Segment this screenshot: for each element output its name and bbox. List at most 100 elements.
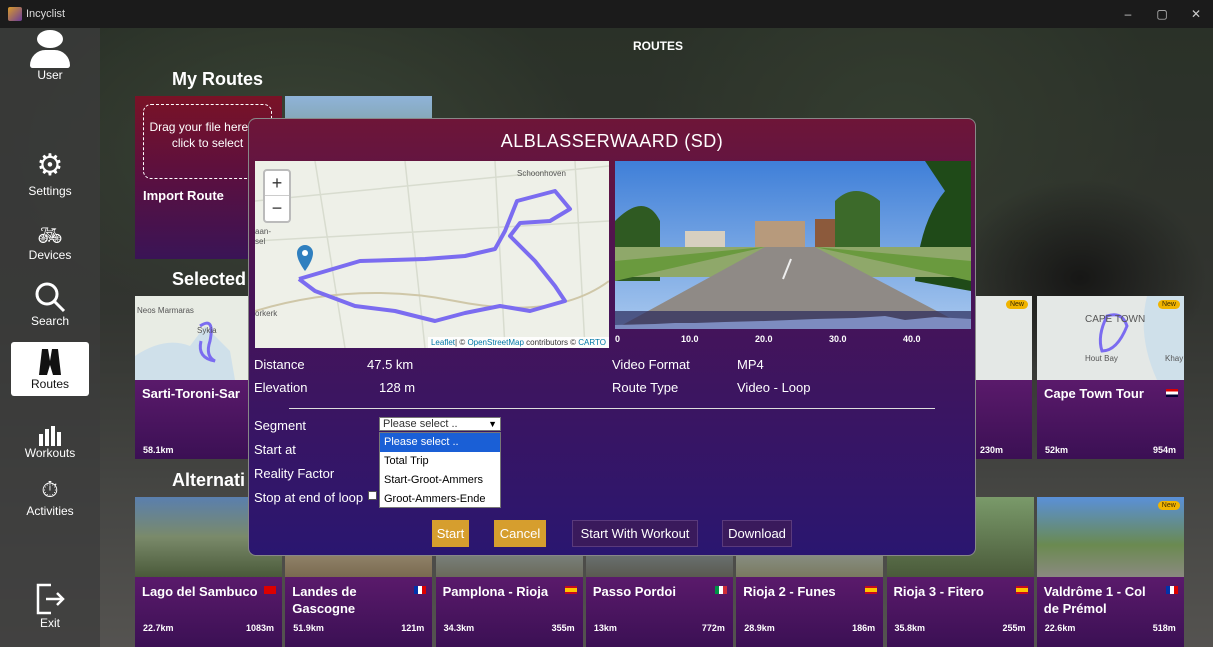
sidebar-item-workouts[interactable]: Workouts — [0, 426, 100, 460]
route-distance: 22.6km — [1044, 623, 1076, 633]
download-button[interactable]: Download — [722, 520, 792, 547]
route-map[interactable]: + − Schoonhoven orkerk aan- sel Leaflet|… — [255, 161, 609, 348]
route-title: Passo Pordoi — [592, 584, 676, 599]
bicycle-icon: 🚲︎ — [37, 225, 63, 247]
route-info: Passo Pordoi 13km 772m — [585, 577, 733, 647]
route-distance: 34.3km — [443, 623, 475, 633]
sidebar-item-settings[interactable]: ⚙ Settings — [0, 148, 100, 198]
flag-icon — [1166, 389, 1178, 397]
map-label: Hout Bay — [1085, 354, 1118, 363]
route-title: Lago del Sambuco — [142, 584, 258, 599]
sidebar-item-search[interactable]: Search — [0, 280, 100, 328]
route-title: Sarti-Toroni-Sar — [142, 386, 240, 401]
route-distance: 58.1km — [143, 445, 174, 455]
map-label: Neos Marmaras — [137, 306, 194, 315]
segment-selected-value: Please select .. — [383, 418, 458, 430]
new-badge: New — [1157, 300, 1180, 309]
leaflet-link[interactable]: Leaflet — [431, 338, 455, 347]
map-label: aan- — [255, 227, 272, 236]
route-distance: 35.8km — [894, 623, 926, 633]
section-alternatives: Alternati — [172, 470, 246, 490]
elevation-value: 128 m — [379, 380, 416, 395]
segment-dropdown-list: Please select .. Total Trip Start-Groot-… — [379, 432, 501, 508]
video-format-value: MP4 — [737, 357, 764, 372]
workouts-icon — [39, 426, 61, 446]
import-route-label: Import Route — [143, 188, 224, 203]
route-video-preview[interactable] — [615, 161, 971, 329]
segment-option[interactable]: Groot-Ammers-Ende — [380, 490, 500, 509]
flag-icon — [1165, 586, 1178, 594]
segment-option[interactable]: Start-Groot-Ammers — [380, 471, 500, 490]
route-info: Lago del Sambuco 22.7km 1083m — [135, 577, 282, 647]
route-info: Cape Town Tour 52km 954m — [1037, 380, 1184, 459]
stop-at-end-label: Stop at end of loop — [254, 490, 364, 505]
maximize-button[interactable]: ▢ — [1145, 0, 1179, 28]
route-info: 230m — [976, 380, 1032, 459]
route-distance: 28.9km — [744, 623, 775, 633]
sidebar-item-activities[interactable]: ⏱ Activities — [0, 476, 100, 518]
cancel-button[interactable]: Cancel — [494, 520, 546, 547]
new-badge: New — [1005, 300, 1028, 309]
map-label: Schoonhoven — [517, 169, 566, 178]
sidebar-item-exit[interactable]: Exit — [0, 582, 100, 630]
user-icon — [37, 30, 63, 48]
sidebar-item-devices[interactable]: 🚲︎ Devices — [0, 224, 100, 262]
route-elevation: 1083m — [245, 623, 274, 633]
minimize-button[interactable]: – — [1111, 0, 1145, 28]
sidebar-item-label: Search — [30, 314, 70, 328]
segment-option[interactable]: Please select .. — [380, 433, 500, 452]
sidebar-item-label: Workouts — [24, 446, 76, 460]
route-info: Landes de Gascogne 51.9km 121m — [285, 577, 433, 647]
route-title: Rioja 2 - Funes — [743, 584, 836, 599]
map-label: sel — [255, 237, 266, 246]
route-elevation: 772m — [701, 623, 725, 633]
osm-link[interactable]: OpenStreetMap — [467, 338, 523, 347]
distance-label: Distance — [254, 357, 305, 372]
sidebar-item-label: User — [37, 68, 63, 82]
video-format-label: Video Format — [612, 357, 690, 372]
activities-icon: ⏱ — [41, 477, 59, 502]
route-elevation: 121m — [401, 623, 425, 633]
window-title: Incyclist — [26, 8, 66, 20]
segment-option[interactable]: Total Trip — [380, 452, 500, 471]
route-card[interactable]: New 230m — [976, 296, 1032, 459]
exit-icon — [36, 583, 65, 615]
close-button[interactable]: ✕ — [1179, 0, 1213, 28]
zoom-out-button[interactable]: − — [265, 196, 289, 221]
divider — [289, 408, 935, 409]
segment-label: Segment — [254, 418, 307, 433]
route-distance: 51.9km — [293, 623, 324, 633]
route-elevation: 230m — [980, 445, 1004, 455]
route-info: Pamplona - Rioja 34.3km 355m — [435, 577, 583, 647]
section-my-routes: My Routes — [172, 69, 264, 89]
chevron-down-icon: ▼ — [488, 419, 497, 429]
page-title: ROUTES — [633, 39, 684, 53]
search-icon — [35, 282, 66, 313]
route-elevation: 255m — [1002, 623, 1026, 633]
user-icon-body — [30, 50, 70, 68]
sidebar-item-routes[interactable]: Routes — [0, 342, 100, 396]
flag-icon — [865, 586, 878, 594]
map-label: orkerk — [255, 309, 278, 318]
route-title: Rioja 3 - Fitero — [893, 584, 984, 599]
route-title: Valdrôme 1 - Col de Prémol — [1043, 584, 1146, 616]
zoom-in-button[interactable]: + — [265, 171, 289, 196]
stop-at-end-checkbox[interactable] — [368, 491, 377, 500]
sidebar-item-label: Exit — [39, 616, 60, 630]
flag-icon — [1015, 586, 1028, 594]
route-card[interactable]: CAPE TOWN Hout Bay Khay New Cape Town To… — [1037, 296, 1184, 459]
route-card[interactable]: New Valdrôme 1 - Col de Prémol 22.6km 518m — [1036, 497, 1184, 647]
route-elevation: 518m — [1152, 623, 1176, 633]
sidebar-item-label: Routes — [30, 377, 70, 391]
x-tick-label: 30.0 — [829, 334, 847, 344]
reality-factor-label: Reality Factor — [254, 466, 335, 481]
route-info: Valdrôme 1 - Col de Prémol 22.6km 518m — [1036, 577, 1184, 647]
segment-select[interactable]: Please select .. ▼ — [379, 417, 501, 431]
carto-link[interactable]: CARTO — [578, 338, 606, 347]
start-with-workout-button[interactable]: Start With Workout — [572, 520, 698, 547]
map-zoom-control: + − — [263, 169, 291, 223]
start-button[interactable]: Start — [432, 520, 469, 547]
app-icon — [8, 7, 22, 21]
route-info: Rioja 3 - Fitero 35.8km 255m — [886, 577, 1034, 647]
sidebar-item-user[interactable]: User — [0, 28, 100, 82]
